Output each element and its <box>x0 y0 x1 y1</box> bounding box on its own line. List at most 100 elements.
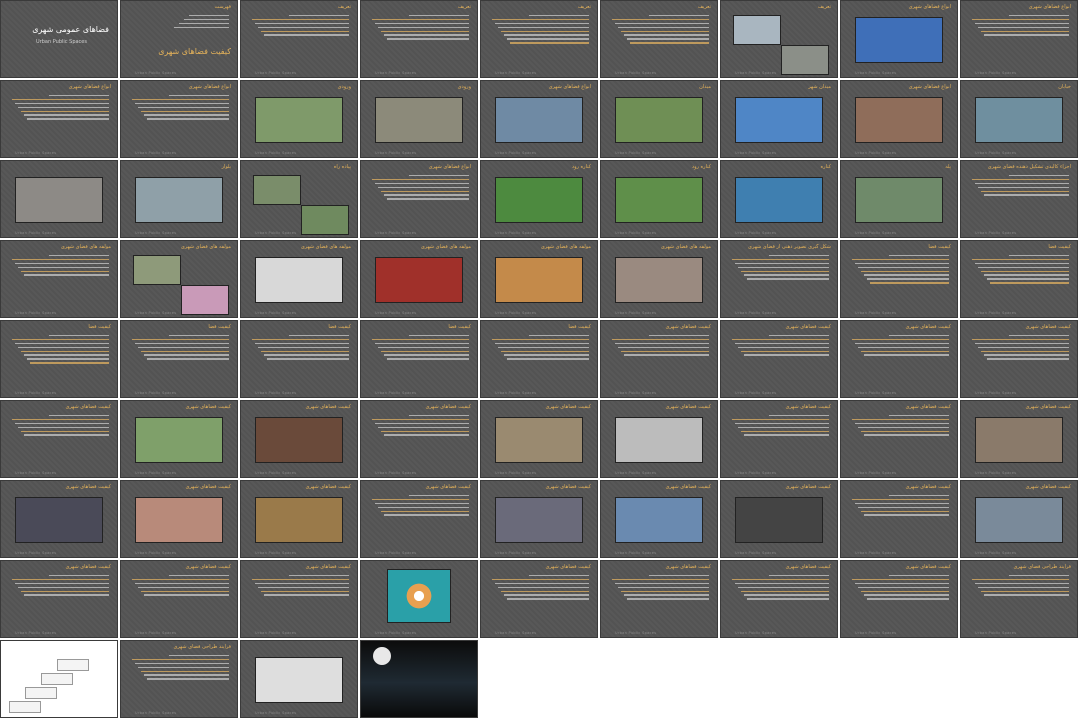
slide-thumbnail[interactable]: کیفیت فضاهای شهری Urban Public Spaces <box>120 560 238 638</box>
text-body <box>129 95 229 122</box>
slide-thumbnail[interactable]: کیفیت فضاهای شهری Urban Public Spaces <box>960 480 1078 558</box>
slide-thumbnail[interactable]: کیفیت فضاهای شهری Urban Public Spaces <box>240 400 358 478</box>
slide-thumbnail[interactable]: مولفه های فضای شهری Urban Public Spaces <box>120 240 238 318</box>
slide-thumbnail[interactable]: مولفه های فضای شهری Urban Public Spaces <box>0 240 118 318</box>
text-body <box>369 415 469 438</box>
slide-thumbnail[interactable]: کیفیت فضاهای شهری Urban Public Spaces <box>240 560 358 638</box>
slide-thumbnail[interactable]: کیفیت فضا Urban Public Spaces <box>480 320 598 398</box>
slide-thumbnail[interactable]: کناره رود Urban Public Spaces <box>480 160 598 238</box>
slide-thumbnail[interactable]: اجزاء کالبدی تشکیل دهنده فضای شهری Urban … <box>960 160 1078 238</box>
slide-thumbnail[interactable]: پیاده راه Urban Public Spaces <box>240 160 358 238</box>
slide-thumbnail[interactable]: تعریف Urban Public Spaces <box>480 0 598 78</box>
slide-thumbnail[interactable]: ورودی Urban Public Spaces <box>240 80 358 158</box>
slide-footer: Urban Public Spaces <box>975 71 1017 75</box>
text-body <box>729 335 829 358</box>
slide-thumbnail[interactable]: کیفیت فضاهای شهری Urban Public Spaces <box>480 560 598 638</box>
slide-thumbnail[interactable]: میدان شهر Urban Public Spaces <box>720 80 838 158</box>
slide-title: خیابان <box>1058 84 1071 90</box>
slide-thumbnail[interactable]: کیفیت فضاهای شهری Urban Public Spaces <box>720 480 838 558</box>
slide-thumbnail[interactable]: کیفیت فضاهای شهری Urban Public Spaces <box>120 400 238 478</box>
slide-thumbnail[interactable]: مولفه های فضای شهری Urban Public Spaces <box>240 240 358 318</box>
slide-thumbnail[interactable]: مولفه های فضای شهری Urban Public Spaces <box>480 240 598 318</box>
slide-thumbnail[interactable]: فرایند طراحی فضای شهری Urban Public Space… <box>960 560 1078 638</box>
text-body <box>129 655 229 682</box>
slide-thumbnail[interactable]: کیفیت فضاهای شهری Urban Public Spaces <box>0 560 118 638</box>
slide-thumbnail[interactable]: کیفیت فضاهای شهری Urban Public Spaces <box>360 480 478 558</box>
slide-footer: Urban Public Spaces <box>135 231 177 235</box>
slide-thumbnail[interactable]: کیفیت فضاهای شهری Urban Public Spaces <box>600 320 718 398</box>
slide-title: انواع فضاهای شهری <box>908 4 951 10</box>
slide-thumbnail[interactable]: کیفیت فضاهای شهری Urban Public Spaces <box>960 320 1078 398</box>
slide-thumbnail[interactable]: کیفیت فضاهای شهری Urban Public Spaces <box>0 480 118 558</box>
slide-thumbnail[interactable]: کیفیت فضاهای شهری Urban Public Spaces <box>840 560 958 638</box>
photo-image <box>495 97 583 143</box>
slide-thumbnail[interactable]: کیفیت فضاهای شهری Urban Public Spaces <box>840 400 958 478</box>
slide-thumbnail[interactable]: تعریف Urban Public Spaces <box>360 0 478 78</box>
slide-thumbnail[interactable]: کیفیت فضاهای شهری Urban Public Spaces <box>0 400 118 478</box>
photo-image <box>135 177 223 223</box>
slide-thumbnail[interactable]: تعریف Urban Public Spaces <box>240 0 358 78</box>
slide-thumbnail[interactable]: کیفیت فضا Urban Public Spaces <box>0 320 118 398</box>
slide-thumbnail[interactable]: مولفه های فضای شهری Urban Public Spaces <box>600 240 718 318</box>
slide-footer: Urban Public Spaces <box>15 551 57 555</box>
slide-thumbnail[interactable]: کیفیت فضاهای شهری Urban Public Spaces <box>960 400 1078 478</box>
slide-thumbnail[interactable]: کیفیت فضا Urban Public Spaces <box>840 240 958 318</box>
slide-thumbnail[interactable]: ورودی Urban Public Spaces <box>360 80 478 158</box>
slide-title: کیفیت فضاهای شهری <box>665 484 711 490</box>
slide-thumbnail[interactable]: انواع فضاهای شهری Urban Public Spaces <box>0 80 118 158</box>
slide-thumbnail[interactable]: کیفیت فضا Urban Public Spaces <box>240 320 358 398</box>
slide-thumbnail[interactable]: انواع فضاهای شهری Urban Public Spaces <box>360 160 478 238</box>
photo-image <box>255 97 343 143</box>
slide-thumbnail[interactable]: کناره Urban Public Spaces <box>720 160 838 238</box>
slide-thumbnail[interactable]: انواع فضاهای شهری Urban Public Spaces <box>480 80 598 158</box>
slide-thumbnail[interactable]: تعریف Urban Public Spaces <box>600 0 718 78</box>
slide-thumbnail[interactable] <box>360 640 478 718</box>
slide-thumbnail[interactable]: فهرست کیفیت فضاهای شهری Urban Public Space… <box>120 0 238 78</box>
slide-thumbnail[interactable]: کیفیت فضاهای شهری Urban Public Spaces <box>840 320 958 398</box>
slide-thumbnail[interactable]: تعریف Urban Public Spaces <box>720 0 838 78</box>
slide-thumbnail[interactable]: انواع فضاهای شهری Urban Public Spaces <box>840 80 958 158</box>
slide-thumbnail[interactable]: خیابان Urban Public Spaces <box>960 80 1078 158</box>
photo-image <box>735 177 823 223</box>
slide-thumbnail[interactable]: کیفیت فضاهای شهری Urban Public Spaces <box>120 480 238 558</box>
slide-thumbnail[interactable]: Urban Public Spaces <box>240 640 358 718</box>
slide-thumbnail[interactable]: کیفیت فضاهای شهری Urban Public Spaces <box>600 560 718 638</box>
slide-thumbnail[interactable]: Urban Public Spaces <box>360 560 478 638</box>
slide-thumbnail[interactable]: کیفیت فضاهای شهری Urban Public Spaces <box>600 400 718 478</box>
text-body <box>849 335 949 358</box>
photo-image <box>135 497 223 543</box>
photo-image <box>855 97 943 143</box>
slide-thumbnail[interactable]: بلوار Urban Public Spaces <box>120 160 238 238</box>
slide-thumbnail[interactable]: شکل گیری تصویر ذهنی از فضای شهری Urban Pu… <box>720 240 838 318</box>
slide-title: ورودی <box>457 84 471 90</box>
slide-thumbnail[interactable]: کیفیت فضا Urban Public Spaces <box>960 240 1078 318</box>
slide-thumbnail[interactable]: کیفیت فضاهای شهری Urban Public Spaces <box>720 320 838 398</box>
slide-title: انواع فضاهای شهری <box>908 84 951 90</box>
slide-thumbnail[interactable]: کیفیت فضاهای شهری Urban Public Spaces <box>480 400 598 478</box>
slide-thumbnail[interactable]: کیفیت فضاهای شهری Urban Public Spaces <box>720 560 838 638</box>
slide-thumbnail[interactable]: کیفیت فضاهای شهری Urban Public Spaces <box>840 480 958 558</box>
slide-thumbnail[interactable]: Urban Public Spaces <box>0 160 118 238</box>
slide-footer: Urban Public Spaces <box>735 71 777 75</box>
slide-thumbnail[interactable]: کیفیت فضا Urban Public Spaces <box>120 320 238 398</box>
slide-thumbnail[interactable]: فضاهای عمومی شهری Urban Public Spaces <box>0 0 118 78</box>
slide-thumbnail[interactable]: انواع فضاهای شهری Urban Public Spaces <box>840 0 958 78</box>
slide-thumbnail[interactable]: کیفیت فضاهای شهری Urban Public Spaces <box>480 480 598 558</box>
slide-thumbnail[interactable]: پله Urban Public Spaces <box>840 160 958 238</box>
slide-thumbnail[interactable]: مولفه های فضای شهری Urban Public Spaces <box>360 240 478 318</box>
slide-thumbnail[interactable] <box>0 640 118 718</box>
slide-thumbnail[interactable]: کیفیت فضاهای شهری Urban Public Spaces <box>240 480 358 558</box>
slide-thumbnail[interactable]: کیفیت فضاهای شهری Urban Public Spaces <box>600 480 718 558</box>
slide-thumbnail[interactable]: کیفیت فضا Urban Public Spaces <box>360 320 478 398</box>
slide-title: تعریف <box>337 4 351 10</box>
photo-image <box>255 657 343 703</box>
slide-thumbnail[interactable]: کناره رود Urban Public Spaces <box>600 160 718 238</box>
slide-thumbnail[interactable]: کیفیت فضاهای شهری Urban Public Spaces <box>720 400 838 478</box>
slide-thumbnail[interactable]: کیفیت فضاهای شهری Urban Public Spaces <box>360 400 478 478</box>
slide-thumbnail[interactable]: فرایند طراحی فضای شهری Urban Public Space… <box>120 640 238 718</box>
text-body <box>249 15 349 38</box>
slide-thumbnail[interactable]: انواع فضاهای شهری Urban Public Spaces <box>960 0 1078 78</box>
slide-thumbnail[interactable]: انواع فضاهای شهری Urban Public Spaces <box>120 80 238 158</box>
slide-thumbnail[interactable]: میدان Urban Public Spaces <box>600 80 718 158</box>
slide-title: کیفیت فضاهای شهری <box>785 564 831 570</box>
